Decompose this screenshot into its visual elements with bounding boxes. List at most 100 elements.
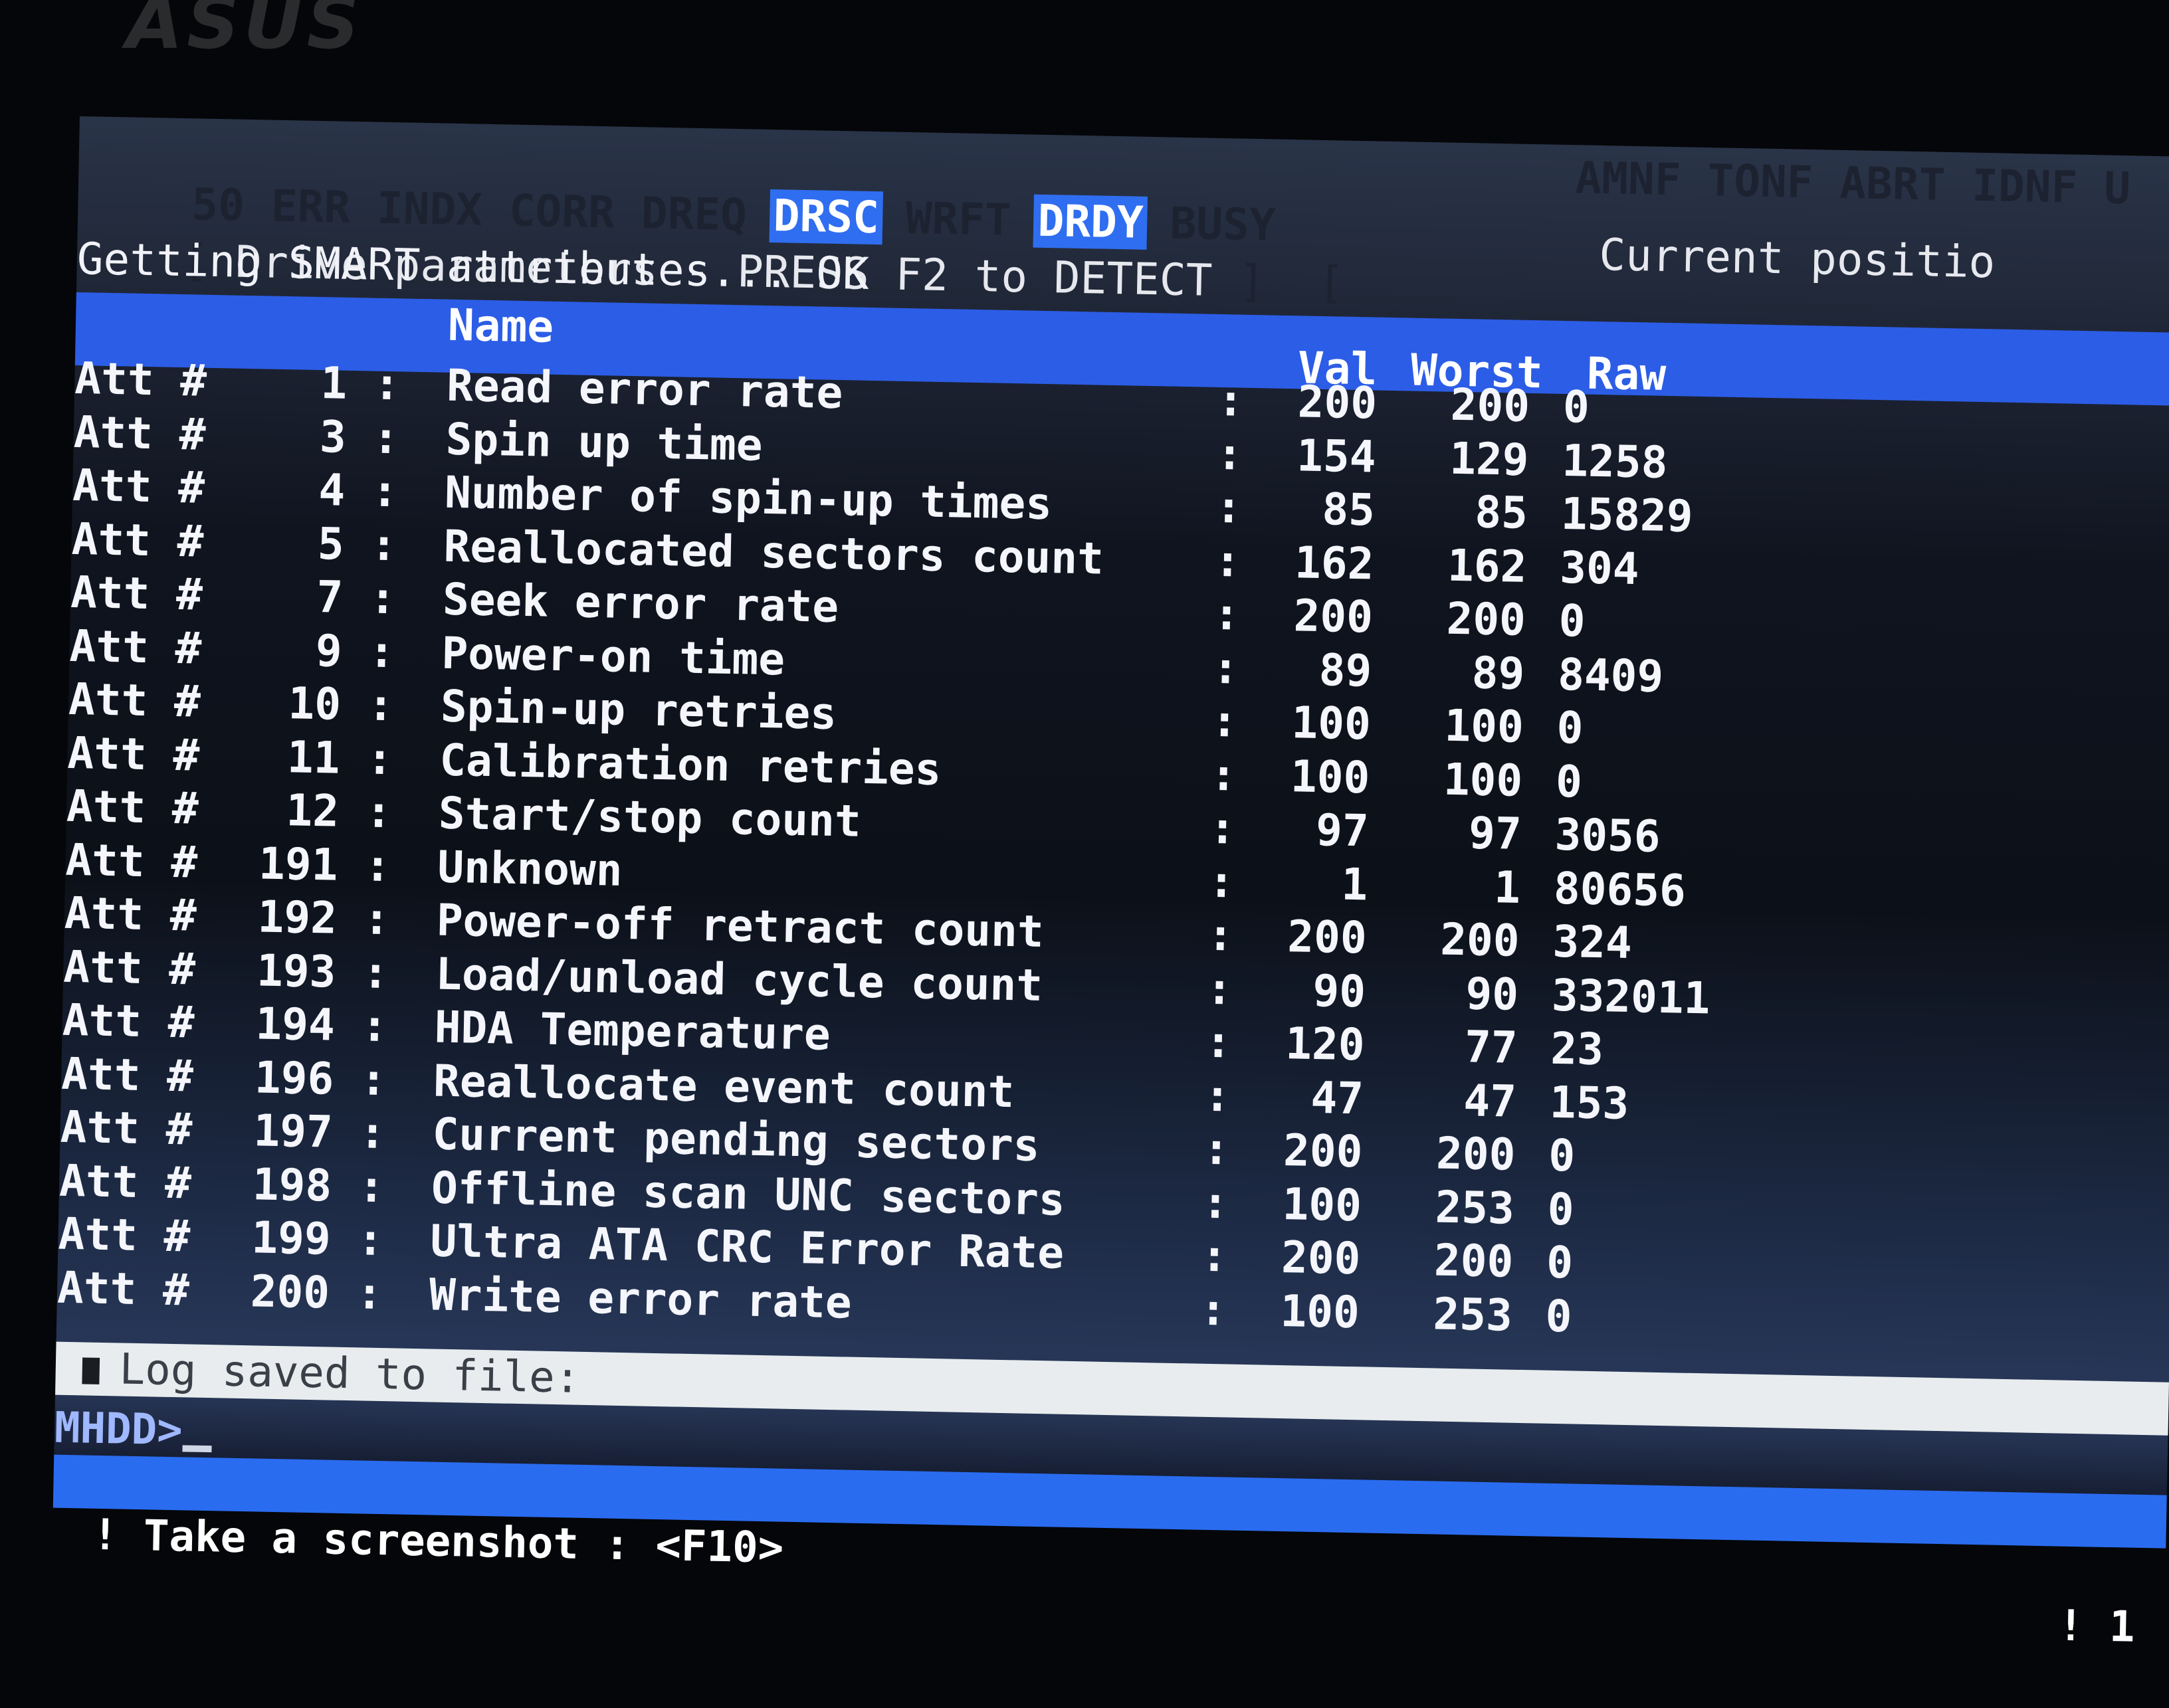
attribute-raw: 8409 — [1557, 648, 1664, 702]
attribute-worst: 129 — [1449, 432, 1530, 486]
attribute-id: 7 — [316, 571, 344, 623]
attribute-name: Start/stop count — [438, 787, 862, 847]
attribute-worst: 100 — [1443, 753, 1523, 807]
separator: : — [356, 1214, 385, 1266]
prompt-label: MHDD> — [54, 1403, 183, 1456]
separator: : — [363, 893, 391, 945]
attribute-name: Calibration retries — [439, 734, 942, 795]
attribute-name: Seek error rate — [442, 573, 839, 633]
attribute-value: 100 — [1279, 1285, 1360, 1338]
attribute-name: Write error rate — [429, 1268, 853, 1329]
attribute-id: 192 — [257, 891, 338, 944]
separator: : — [1215, 481, 1243, 533]
attribute-prefix: Att # — [56, 1262, 190, 1315]
attribute-value: 200 — [1292, 590, 1374, 643]
attribute-raw: 304 — [1559, 541, 1640, 595]
status-bar: ! Take a screenshot : <F10> ! 1 — [52, 1454, 2167, 1652]
separator: : — [365, 786, 393, 838]
attribute-prefix: Att # — [73, 406, 207, 460]
flag-u: U — [2103, 162, 2131, 215]
separator: : — [1211, 695, 1239, 747]
attribute-prefix: Att # — [70, 566, 203, 620]
attribute-id: 198 — [252, 1158, 332, 1212]
attribute-raw: 332011 — [1551, 969, 1711, 1024]
text-cursor — [182, 1445, 212, 1453]
attribute-worst: 162 — [1447, 539, 1528, 593]
attribute-raw: 0 — [1558, 595, 1586, 647]
attribute-raw: 80656 — [1553, 862, 1687, 917]
attribute-prefix: Att # — [68, 620, 203, 674]
attribute-value: 1 — [1340, 858, 1368, 910]
header-name: Name — [447, 299, 554, 353]
attribute-prefix: Att # — [66, 727, 200, 781]
log-message-text: Log saved to file: — [119, 1345, 581, 1403]
attribute-id: 11 — [286, 731, 341, 784]
attribute-name: Spin up time — [445, 413, 764, 471]
separator: : — [1202, 1123, 1230, 1175]
attribute-prefix: Att # — [68, 673, 201, 727]
log-message-bar: Log saved to file: — [55, 1341, 2169, 1436]
attribute-id: 197 — [253, 1105, 334, 1158]
separator: : — [358, 1160, 385, 1212]
separator: : — [1213, 588, 1241, 640]
attribute-worst: 77 — [1464, 1021, 1518, 1074]
command-prompt[interactable]: MHDD> — [54, 1402, 212, 1458]
attribute-raw: 153 — [1549, 1076, 1629, 1129]
separator: : — [369, 572, 397, 624]
attribute-prefix: Att # — [60, 1101, 193, 1155]
attribute-prefix: Att # — [57, 1208, 191, 1262]
attribute-raw: 15829 — [1560, 488, 1694, 542]
laptop-brand-logo: ASUS — [126, 0, 363, 65]
attribute-id: 196 — [254, 1051, 335, 1105]
separator: : — [360, 1053, 387, 1105]
attribute-prefix: Att # — [62, 994, 195, 1048]
separator: : — [1200, 1230, 1228, 1282]
attribute-value: 100 — [1290, 750, 1370, 803]
attribute-id: 12 — [285, 785, 340, 837]
attribute-worst: 47 — [1463, 1074, 1517, 1127]
separator: : — [1215, 428, 1244, 480]
separator: : — [1217, 374, 1245, 427]
attribute-raw: 0 — [1546, 1236, 1574, 1289]
attribute-raw: 0 — [1548, 1129, 1576, 1182]
attribute-value: 89 — [1318, 644, 1373, 696]
attribute-id: 4 — [318, 464, 346, 516]
separator: : — [362, 946, 389, 998]
attribute-worst: 90 — [1465, 967, 1519, 1020]
attribute-prefix: Att # — [64, 887, 197, 941]
attribute-prefix: Att # — [66, 780, 199, 834]
flag-amnf: AMNF — [1574, 152, 1682, 206]
attribute-id: 200 — [250, 1265, 330, 1319]
attribute-worst: 200 — [1445, 593, 1526, 646]
attribute-worst: 200 — [1435, 1127, 1516, 1181]
attribute-worst: 200 — [1450, 379, 1530, 432]
separator: : — [1199, 1283, 1227, 1335]
separator: : — [365, 732, 394, 785]
attribute-prefix: Att # — [58, 1155, 192, 1209]
attribute-name: HDA Temperature — [434, 1001, 831, 1060]
separator: : — [371, 465, 399, 518]
attribute-prefix: Att # — [72, 459, 205, 514]
attribute-id: 194 — [255, 998, 336, 1051]
attribute-value: 100 — [1291, 697, 1372, 750]
attribute-value: 120 — [1285, 1018, 1366, 1071]
separator: : — [1209, 802, 1237, 854]
attribute-value: 154 — [1296, 429, 1377, 483]
separator: : — [1213, 535, 1241, 587]
attribute-worst: 253 — [1432, 1287, 1513, 1341]
attribute-worst: 100 — [1443, 700, 1524, 753]
separator: : — [358, 1107, 387, 1159]
attribute-value: 100 — [1281, 1178, 1362, 1231]
attribute-raw: 0 — [1555, 755, 1583, 808]
attribute-id: 10 — [287, 678, 342, 730]
separator: : — [1203, 1070, 1231, 1122]
attribute-prefix: Att # — [74, 352, 207, 407]
attribute-value: 162 — [1294, 536, 1375, 590]
attribute-name: Power-on time — [441, 627, 785, 686]
attribute-value: 200 — [1281, 1232, 1362, 1285]
separator: : — [361, 1000, 389, 1052]
attribute-value: 97 — [1315, 804, 1370, 857]
separator: : — [1205, 963, 1233, 1015]
attribute-value: 200 — [1287, 911, 1368, 964]
attribute-prefix: Att # — [71, 513, 205, 567]
